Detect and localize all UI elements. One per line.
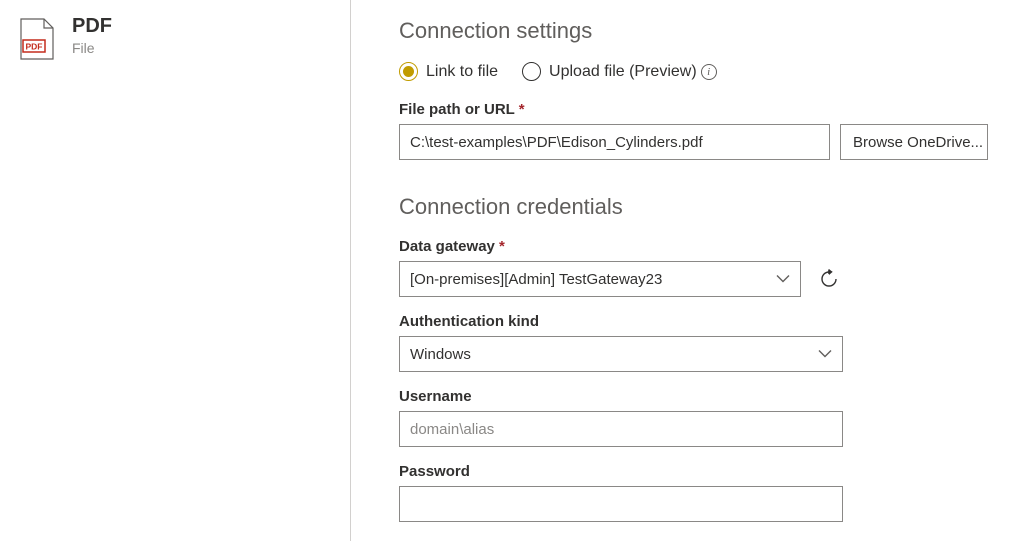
upload-file-radio[interactable]: Upload file (Preview) i: [522, 62, 717, 81]
radio-label: Upload file (Preview): [549, 63, 697, 81]
settings-panel: Connection settings Link to file Upload …: [351, 0, 1036, 541]
file-source-radio-group: Link to file Upload file (Preview) i: [399, 62, 988, 81]
data-gateway-label: Data gateway *: [399, 238, 988, 255]
password-label: Password: [399, 463, 988, 480]
link-to-file-radio[interactable]: Link to file: [399, 62, 498, 81]
connection-credentials-heading: Connection credentials: [399, 194, 988, 220]
radio-label: Link to file: [426, 63, 498, 81]
data-gateway-select[interactable]: [On-premises][Admin] TestGateway23: [399, 261, 801, 297]
password-input[interactable]: [399, 486, 843, 522]
chevron-down-icon: [818, 346, 832, 363]
radio-unselected-icon: [522, 62, 541, 81]
file-path-label: File path or URL *: [399, 101, 988, 118]
svg-text:PDF: PDF: [26, 42, 43, 52]
browse-onedrive-button[interactable]: Browse OneDrive...: [840, 124, 988, 160]
connector-panel: PDF PDF File: [0, 0, 350, 541]
radio-selected-icon: [399, 62, 418, 81]
connector-title: PDF: [72, 14, 112, 38]
pdf-file-icon: PDF: [20, 18, 54, 60]
refresh-icon: [819, 269, 839, 289]
select-value: [On-premises][Admin] TestGateway23: [410, 271, 662, 288]
refresh-gateway-button[interactable]: [817, 267, 841, 291]
auth-kind-label: Authentication kind: [399, 313, 988, 330]
select-value: Windows: [410, 346, 471, 363]
username-label: Username: [399, 388, 988, 405]
chevron-down-icon: [776, 271, 790, 288]
connector-subtitle: File: [72, 40, 112, 56]
auth-kind-select[interactable]: Windows: [399, 336, 843, 372]
info-icon[interactable]: i: [701, 64, 717, 80]
connection-settings-heading: Connection settings: [399, 18, 988, 44]
username-input[interactable]: [399, 411, 843, 447]
file-path-input[interactable]: [399, 124, 830, 160]
